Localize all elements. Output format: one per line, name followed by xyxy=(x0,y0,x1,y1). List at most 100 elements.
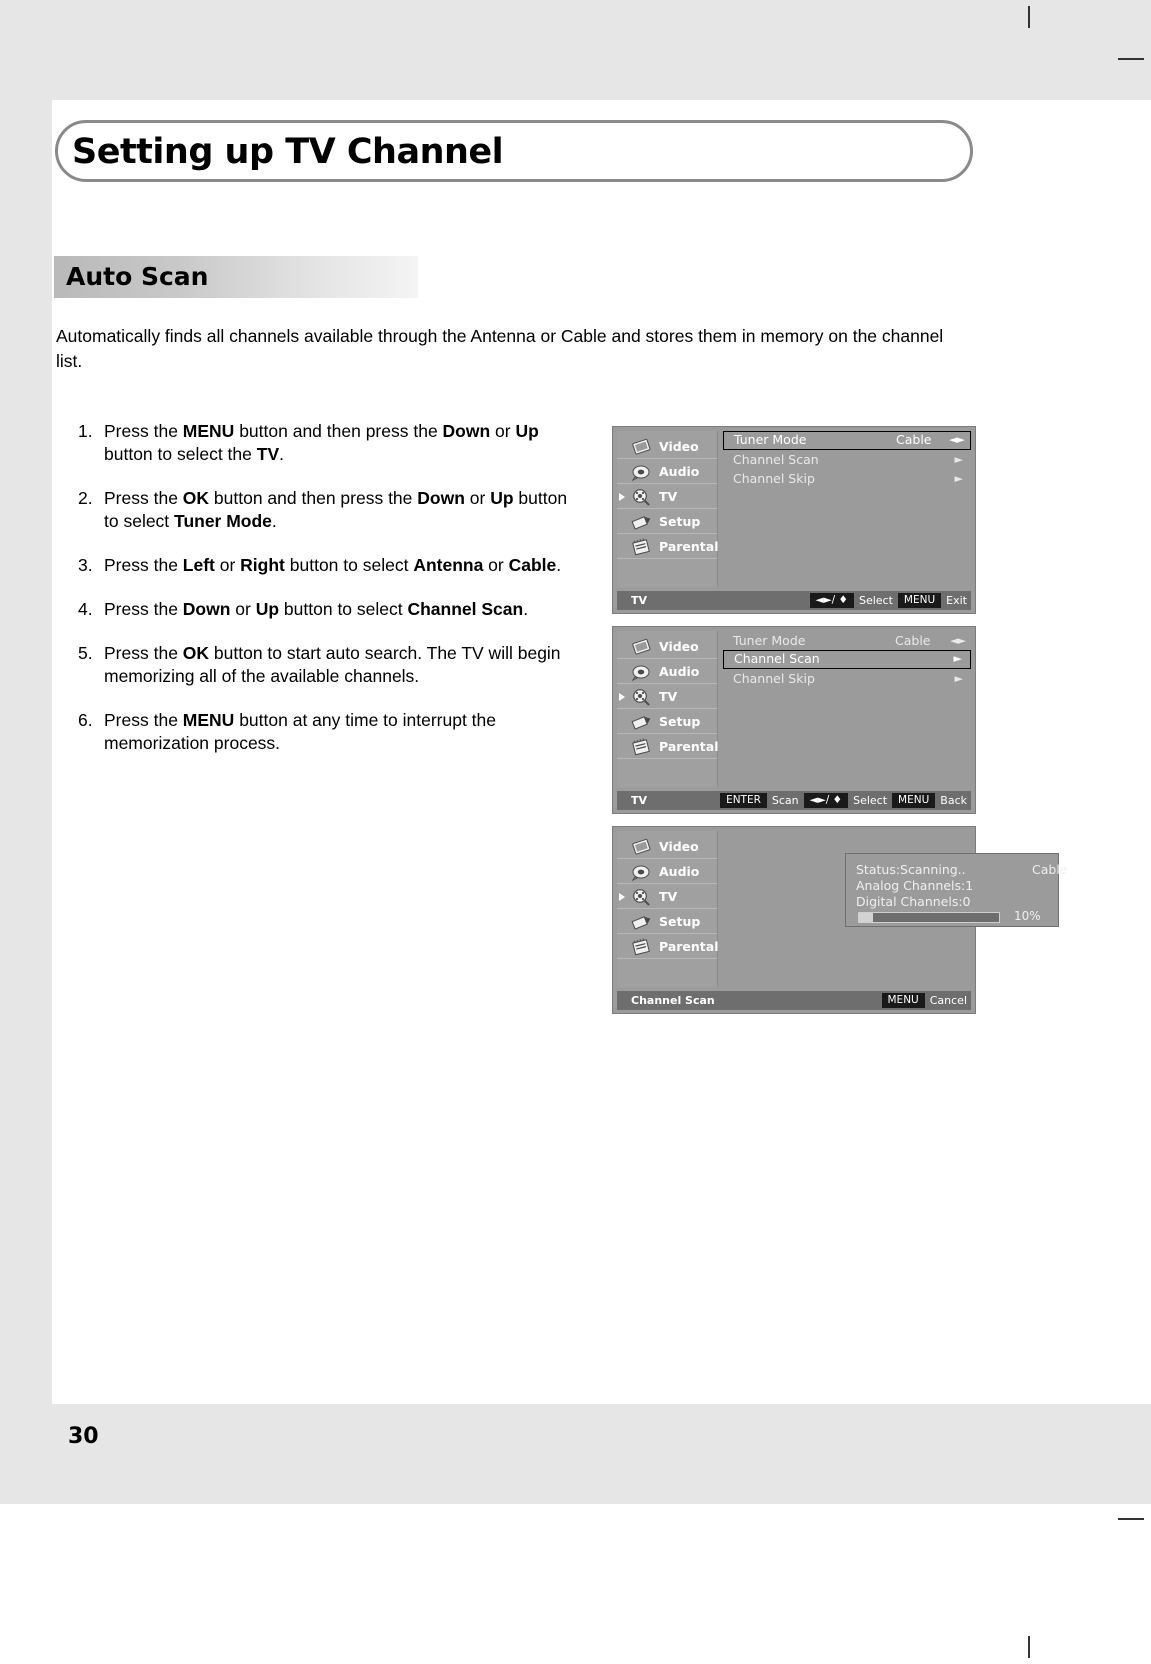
sidebar-item-video[interactable]: Video xyxy=(617,834,717,859)
section-heading: Auto Scan xyxy=(66,262,209,291)
tv-icon xyxy=(631,488,653,506)
sidebar-item-label: Video xyxy=(659,639,699,654)
sidebar-item-label: Parental xyxy=(659,939,719,954)
osd-key-chip[interactable]: MENU xyxy=(881,993,925,1008)
osd-status-bar: TV ENTER Scan ◄►/ ♦ Select MENU Back xyxy=(617,791,971,810)
sidebar-item-label: Video xyxy=(659,839,699,854)
osd-menu-row[interactable]: Tuner Mode Cable ◄► xyxy=(723,431,971,450)
osd-hint-group: MENU Cancel xyxy=(881,991,967,1010)
sidebar-item-label: Audio xyxy=(659,664,700,679)
parental-icon xyxy=(631,938,653,956)
video-icon xyxy=(631,438,653,456)
sidebar-item-setup[interactable]: Setup xyxy=(617,909,717,934)
scan-source-label: Cable xyxy=(1032,862,1068,877)
osd-context-label: Channel Scan xyxy=(631,994,715,1007)
sidebar-item-video[interactable]: Video xyxy=(617,434,717,459)
sidebar-item-label: Parental xyxy=(659,739,719,754)
parental-icon xyxy=(631,538,653,556)
step-number: 1. xyxy=(78,421,93,441)
osd-sidebar: Video Audio TV Setup Parental xyxy=(617,831,719,987)
sidebar-item-video[interactable]: Video xyxy=(617,634,717,659)
caret-right-icon xyxy=(619,893,625,901)
osd-key-chip[interactable]: ENTER xyxy=(720,793,767,808)
chevron-right-icon[interactable]: ► xyxy=(955,469,963,488)
intro-paragraph: Automatically finds all channels availab… xyxy=(56,326,944,371)
osd-row-value: Cable xyxy=(896,432,932,447)
scan-status-text: Status:Scanning.. xyxy=(856,862,966,877)
step-number: 4. xyxy=(78,599,93,619)
page-number: 30 xyxy=(68,1424,99,1449)
osd-key-chip[interactable]: MENU xyxy=(892,793,936,808)
sidebar-item-setup[interactable]: Setup xyxy=(617,509,717,534)
step-number: 5. xyxy=(78,643,93,663)
chevron-right-icon[interactable]: ► xyxy=(955,450,963,469)
step-number: 3. xyxy=(78,555,93,575)
caret-right-icon xyxy=(619,493,625,501)
sidebar-item-label: Setup xyxy=(659,714,701,729)
sidebar-item-tv[interactable]: TV xyxy=(617,684,717,709)
caret-right-icon xyxy=(619,693,625,701)
footer-rule xyxy=(52,1402,1151,1404)
sidebar-item-parental[interactable]: Parental xyxy=(617,734,719,759)
page-margin-top xyxy=(0,0,1151,100)
scan-status-line: Status:Scanning.. Cable xyxy=(856,862,1068,878)
digital-channel-count: Digital Channels:0 xyxy=(856,894,971,909)
analog-channel-count: Analog Channels:1 xyxy=(856,878,974,893)
osd-main-pane: Tuner Mode Cable ◄► Channel Scan ► Channel Sk… xyxy=(723,431,971,587)
scan-progress-bar xyxy=(858,912,1000,923)
osd-key-chip[interactable]: ◄►/ ♦ xyxy=(803,793,849,808)
osd-content: Video Audio TV Setup Parental Tuner Mode Cable… xyxy=(613,427,975,589)
osd-menu-row[interactable]: Channel Skip ► xyxy=(723,669,971,688)
audio-icon xyxy=(631,663,653,681)
osd-menu-row[interactable]: Channel Skip ► xyxy=(723,469,971,488)
instruction-step: 4. Press the Down or Up button to select … xyxy=(78,598,578,621)
osd-row-value: Cable xyxy=(895,633,931,648)
sidebar-item-label: Audio xyxy=(659,464,700,479)
osd-hint-label: Scan xyxy=(771,794,799,807)
osd-row-label: Tuner Mode xyxy=(733,633,806,648)
sidebar-item-audio[interactable]: Audio xyxy=(617,859,717,884)
sidebar-item-tv[interactable]: TV xyxy=(617,484,717,509)
osd-key-chip[interactable]: MENU xyxy=(897,593,942,608)
instruction-step: 3. Press the Left or Right button to sele… xyxy=(78,554,578,577)
sidebar-item-label: Video xyxy=(659,439,699,454)
sidebar-item-parental[interactable]: Parental xyxy=(617,934,719,959)
osd-menu-row[interactable]: Channel Scan ► xyxy=(723,650,971,669)
osd-hint-label: Select xyxy=(858,594,893,607)
left-right-arrow-icon[interactable]: ◄► xyxy=(950,631,966,650)
setup-icon xyxy=(631,913,653,931)
instruction-steps: 1. Press the MENU button and then press t… xyxy=(78,420,578,776)
sidebar-item-label: Setup xyxy=(659,514,701,529)
instruction-step: 1. Press the MENU button and then press t… xyxy=(78,420,578,466)
osd-hint-group: ◄►/ ♦ Select MENU Exit xyxy=(809,591,967,610)
sidebar-item-label: TV xyxy=(659,889,678,904)
scan-progress-fill xyxy=(859,913,873,922)
step-text: Press the MENU button at any time to int… xyxy=(104,710,497,753)
osd-menu-row[interactable]: Channel Scan ► xyxy=(723,450,971,469)
chevron-right-icon[interactable]: ► xyxy=(955,669,963,688)
crop-mark-bottom xyxy=(1028,1636,1030,1658)
sidebar-item-label: TV xyxy=(659,489,678,504)
osd-sidebar: Video Audio TV Setup Parental xyxy=(617,631,719,787)
instruction-step: 2. Press the OK button and then press the… xyxy=(78,487,578,533)
video-icon xyxy=(631,638,653,656)
sidebar-item-setup[interactable]: Setup xyxy=(617,709,717,734)
osd-key-chip[interactable]: ◄►/ ♦ xyxy=(809,593,854,608)
osd-main-pane: Tuner Mode Cable ◄► Channel Scan ► Channel Sk… xyxy=(723,631,971,787)
sidebar-item-parental[interactable]: Parental xyxy=(617,534,719,559)
crop-mark-right-bottom xyxy=(1118,1518,1144,1520)
osd-row-label: Tuner Mode xyxy=(734,432,807,447)
left-right-arrow-icon[interactable]: ◄► xyxy=(949,432,965,448)
audio-icon xyxy=(631,463,653,481)
chevron-right-icon[interactable]: ► xyxy=(954,651,962,667)
osd-context-label: TV xyxy=(631,794,648,807)
step-text: Press the MENU button and then press the… xyxy=(104,421,539,464)
page-margin-left xyxy=(0,0,52,1460)
sidebar-item-tv[interactable]: TV xyxy=(617,884,717,909)
osd-menu-row[interactable]: Tuner Mode Cable ◄► xyxy=(723,631,971,650)
video-icon xyxy=(631,838,653,856)
tv-icon xyxy=(631,688,653,706)
sidebar-item-audio[interactable]: Audio xyxy=(617,659,717,684)
sidebar-item-audio[interactable]: Audio xyxy=(617,459,717,484)
osd-main-pane: Status:Scanning.. Cable Analog Channels:1 D… xyxy=(723,831,1068,987)
